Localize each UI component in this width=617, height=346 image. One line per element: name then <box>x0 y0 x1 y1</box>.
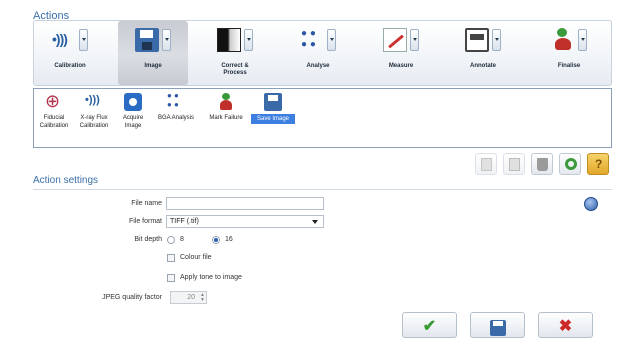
finalise-icon <box>551 28 575 52</box>
action-label: X-ray Flux <box>80 115 108 121</box>
mark-failure-icon <box>217 93 235 111</box>
paste-icon <box>509 158 520 171</box>
copy-icon <box>481 158 492 171</box>
jpeg-quality-label: JPEG quality factor <box>102 294 162 301</box>
correct-process-dropdown[interactable] <box>244 29 253 51</box>
help-button[interactable]: ? <box>587 153 609 175</box>
toolbar-correct-process[interactable]: Correct & Process <box>200 21 270 85</box>
action-label: Calibration <box>39 123 69 129</box>
toolbar-analyse[interactable]: Analyse <box>283 21 353 85</box>
camera-icon <box>124 93 142 111</box>
analyse-icon <box>300 28 324 52</box>
file-format-select[interactable]: TIFF (.tif) <box>166 215 324 228</box>
help-icon: ? <box>595 157 603 171</box>
action-mark-failure[interactable]: Mark Failure <box>202 91 250 122</box>
action-label: Save Image <box>251 114 295 124</box>
toolbar-label: Correct & Process <box>221 63 249 76</box>
jpeg-quality-value: 20 <box>187 294 195 301</box>
annotate-icon <box>465 28 489 52</box>
apply-tone-checkbox[interactable] <box>167 274 175 282</box>
bit-depth-label: Bit depth <box>134 236 162 243</box>
section-title: Action settings <box>33 175 99 186</box>
calibration-icon <box>52 28 76 52</box>
save-button[interactable] <box>470 312 525 338</box>
toolbar-label: Annotate <box>470 63 496 69</box>
file-format-label: File format <box>128 218 162 225</box>
toolbar-label: Image <box>144 63 162 69</box>
action-fiducial-calibration[interactable]: Fiducial Calibration <box>36 91 72 130</box>
colour-file-label: Colour file <box>180 254 212 261</box>
ok-button[interactable]: ✔ <box>402 312 457 338</box>
bit-depth-8-label: 8 <box>180 236 184 243</box>
action-acquire-image[interactable]: Acquire Image <box>118 91 148 130</box>
delete-button[interactable] <box>531 153 553 175</box>
save-icon <box>489 320 506 336</box>
paste-button[interactable] <box>503 153 525 175</box>
action-label: Acquire <box>122 115 144 121</box>
action-label: Mark Failure <box>209 115 243 121</box>
correct-process-icon <box>217 28 241 52</box>
file-name-input[interactable] <box>166 197 324 210</box>
action-label: Fiducial <box>43 115 65 121</box>
cancel-button[interactable]: ✖ <box>538 312 593 338</box>
annotate-dropdown[interactable] <box>492 29 501 51</box>
calibration-dropdown[interactable] <box>79 29 88 51</box>
toolbar-image[interactable]: Image <box>118 21 188 85</box>
toolbar-calibration[interactable]: Calibration <box>38 21 102 85</box>
action-label: Image <box>124 123 142 129</box>
bit-depth-16-radio[interactable] <box>212 236 220 244</box>
xray-flux-icon <box>85 93 103 111</box>
stepper-arrows-icon[interactable]: ▲ ▼ <box>199 293 205 303</box>
measure-icon <box>383 28 407 52</box>
toolbar-label: Calibration <box>54 63 86 69</box>
reset-icon <box>565 158 577 170</box>
colour-file-checkbox[interactable] <box>167 254 175 262</box>
save-image-icon <box>264 93 282 111</box>
action-save-image[interactable]: Save Image <box>251 91 295 124</box>
toolbar-finalise[interactable]: Finalise <box>534 21 604 85</box>
action-category-toolbar: Calibration Image Correct & Process Anal… <box>33 20 612 86</box>
cancel-icon: ✖ <box>558 318 573 335</box>
toolbar-label: Analyse <box>306 63 330 69</box>
image-actions-bar: Fiducial Calibration X-ray Flux Calibrat… <box>33 88 612 148</box>
apply-tone-label: Apply tone to image <box>180 274 242 281</box>
toolbar-measure[interactable]: Measure <box>366 21 436 85</box>
image-dropdown[interactable] <box>162 29 171 51</box>
image-icon <box>135 28 159 52</box>
info-icon[interactable] <box>584 197 598 211</box>
section-divider <box>33 189 612 190</box>
file-format-value: TIFF (.tif) <box>170 218 199 225</box>
delete-icon <box>537 158 548 171</box>
toolbar-annotate[interactable]: Annotate <box>448 21 518 85</box>
file-name-label: File name <box>131 200 162 207</box>
bit-depth-16-label: 16 <box>225 236 233 243</box>
bit-depth-8-radio[interactable] <box>167 236 175 244</box>
action-label: Calibration <box>79 123 109 129</box>
settings-toolbar: ? <box>475 153 609 175</box>
check-icon: ✔ <box>422 318 437 335</box>
analyse-dropdown[interactable] <box>327 29 336 51</box>
measure-dropdown[interactable] <box>410 29 419 51</box>
copy-button[interactable] <box>475 153 497 175</box>
action-xray-flux-calibration[interactable]: X-ray Flux Calibration <box>74 91 114 130</box>
reset-button[interactable] <box>559 153 581 175</box>
jpeg-quality-stepper[interactable]: 20 ▲ ▼ <box>170 291 207 304</box>
finalise-dropdown[interactable] <box>578 29 587 51</box>
action-label: BGA Analysis <box>157 115 195 121</box>
toolbar-label: Finalise <box>557 63 581 69</box>
bga-icon <box>167 91 185 111</box>
toolbar-label: Measure <box>388 63 414 69</box>
action-bga-analysis[interactable]: BGA Analysis <box>150 91 202 122</box>
fiducial-icon <box>45 91 63 112</box>
